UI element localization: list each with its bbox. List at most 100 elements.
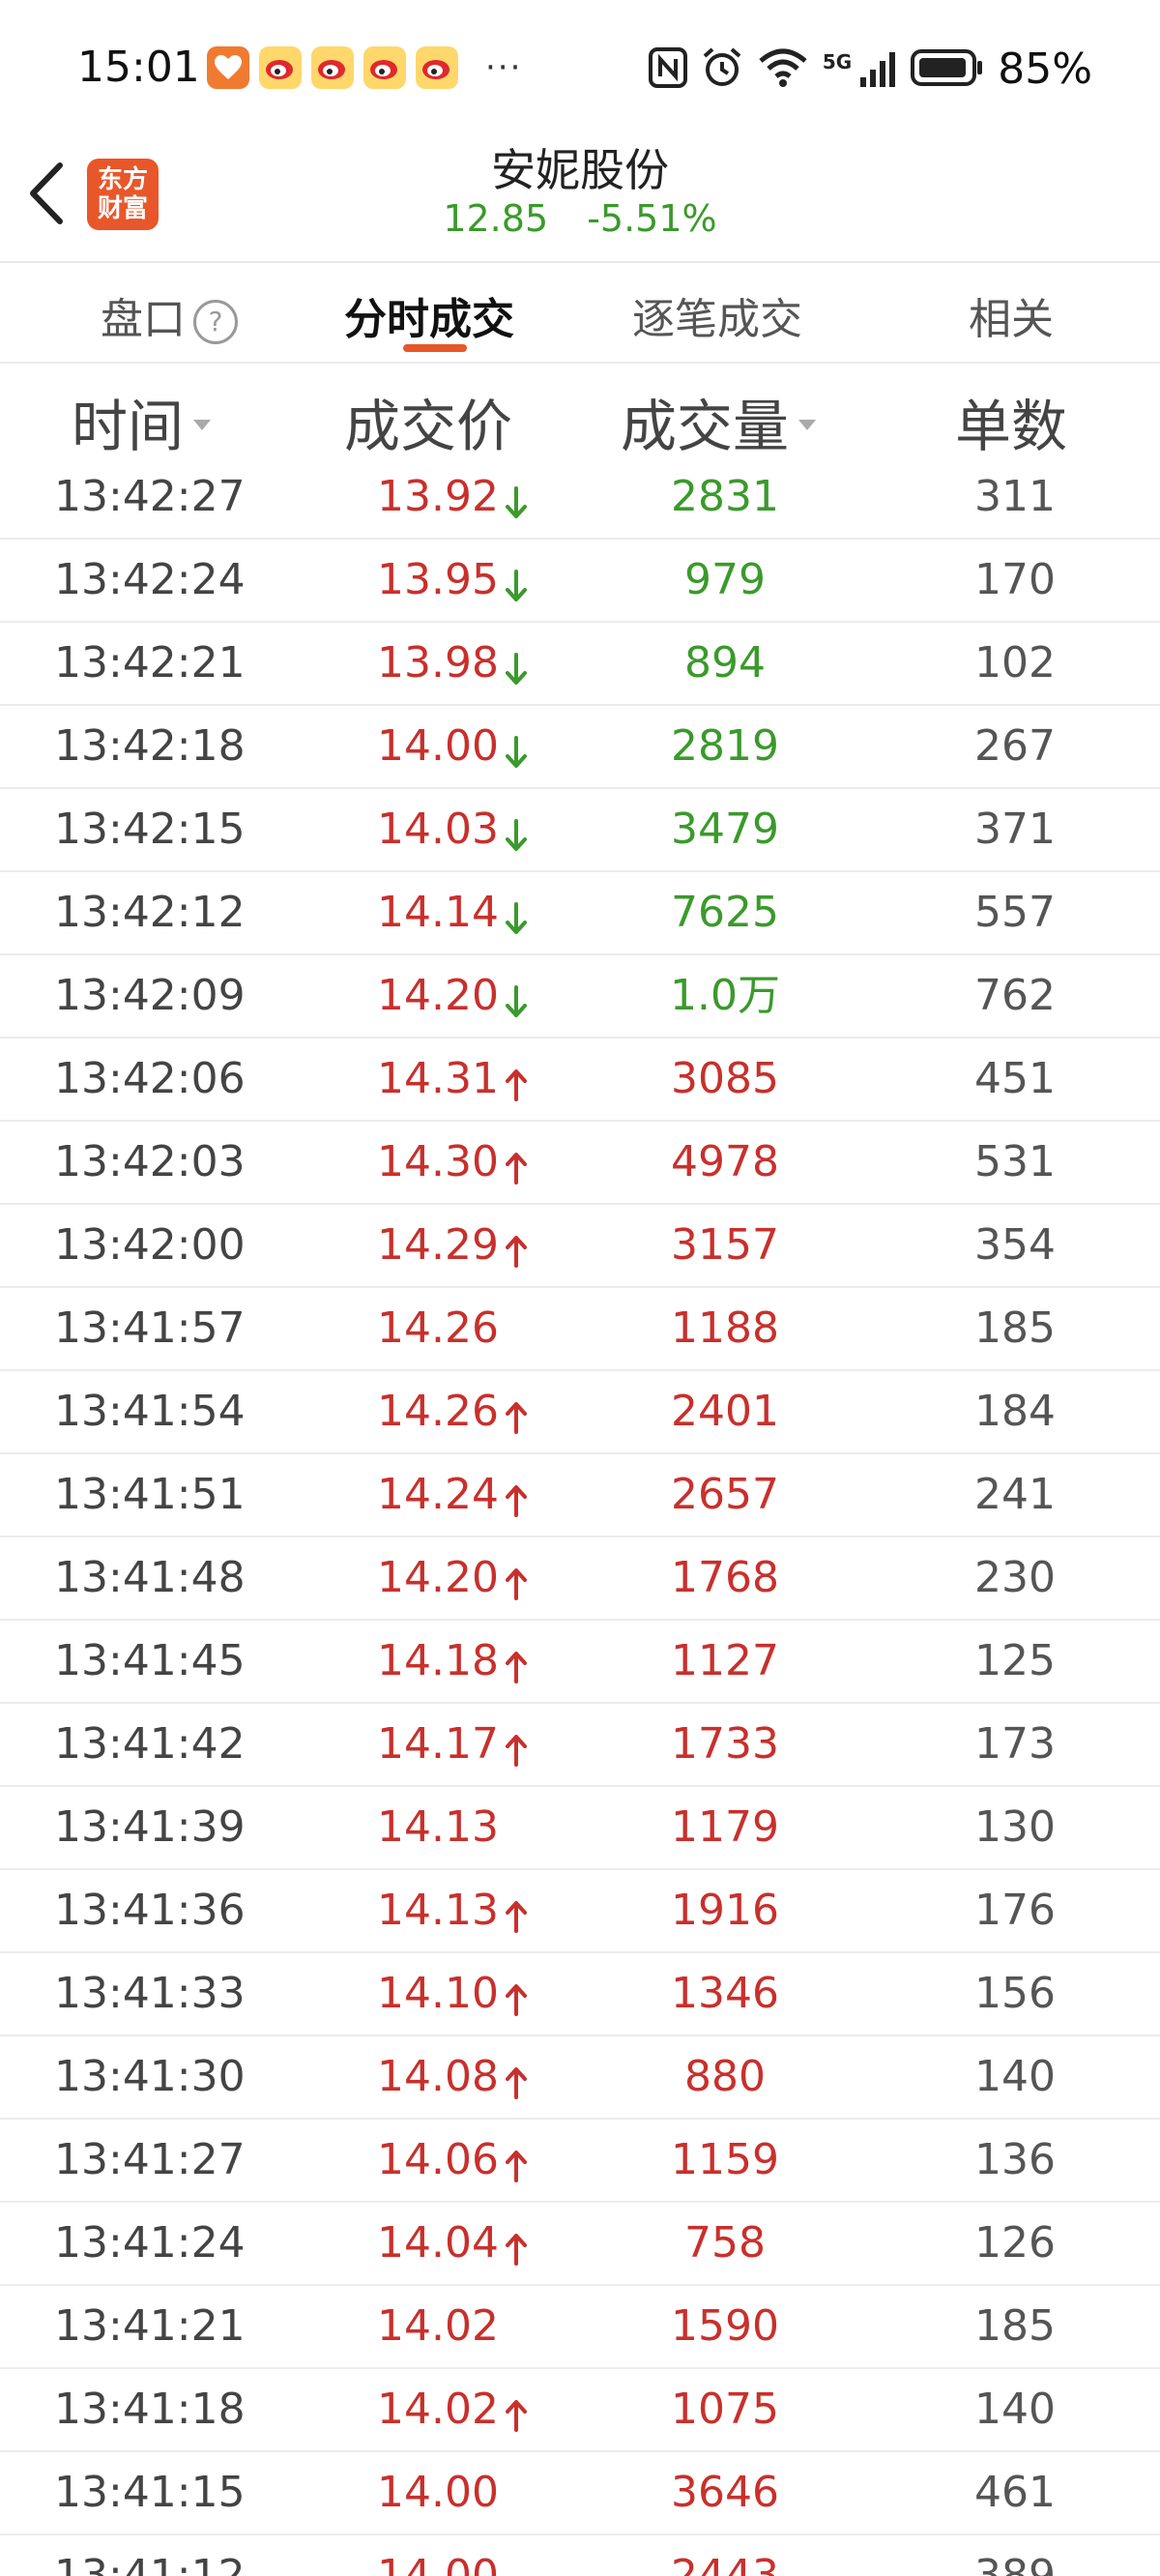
table-row[interactable]: 13:41:51 14.24 2657 241 xyxy=(0,1454,1160,1537)
trade-price-cell: 14.24 xyxy=(377,1470,528,1520)
arrow-up-icon xyxy=(505,2061,528,2099)
table-row[interactable]: 13:42:03 14.30 4978 531 xyxy=(0,1122,1160,1205)
trade-price-cell: 14.10 xyxy=(377,1969,528,2019)
trade-price: 14.00 xyxy=(377,2468,499,2517)
trade-count: 130 xyxy=(974,1802,1056,1852)
tab-bar: 盘口? 分时成交 逐笔成交 相关 xyxy=(0,263,1160,360)
help-icon[interactable]: ? xyxy=(193,300,238,344)
heart-app-icon xyxy=(207,46,249,89)
tab-label: 分时成交 xyxy=(344,295,514,344)
trade-volume: 2401 xyxy=(671,1387,779,1436)
trade-volume: 2831 xyxy=(671,472,779,521)
column-header-label: 成交量 xyxy=(621,394,790,459)
table-row[interactable]: 13:41:48 14.20 1768 230 xyxy=(0,1537,1160,1621)
trade-volume: 1346 xyxy=(671,1969,779,2018)
more-notifications-icon: ··· xyxy=(485,48,523,87)
table-row[interactable]: 13:42:27 13.92 2831 311 xyxy=(0,456,1160,540)
table-row[interactable]: 13:41:30 14.08 880 140 xyxy=(0,2036,1160,2120)
trade-count: 531 xyxy=(974,1137,1056,1186)
table-row[interactable]: 13:42:12 14.14 7625 557 xyxy=(0,872,1160,955)
tab-pankou[interactable]: 盘口? xyxy=(101,284,238,346)
arrow-up-icon xyxy=(505,1146,528,1185)
trade-time: 13:41:12 xyxy=(54,2551,246,2576)
trade-count: 461 xyxy=(974,2468,1056,2517)
trade-price: 14.08 xyxy=(377,2052,499,2101)
table-row[interactable]: 13:41:54 14.26 2401 184 xyxy=(0,1371,1160,1454)
table-row[interactable]: 13:41:18 14.02 1075 140 xyxy=(0,2369,1160,2452)
trade-time: 13:41:39 xyxy=(54,1802,246,1852)
sort-caret-icon xyxy=(798,419,817,430)
trade-price: 14.30 xyxy=(377,1137,499,1186)
trade-price: 14.18 xyxy=(377,1636,499,1685)
trade-time: 13:42:21 xyxy=(54,638,246,688)
trade-volume: 1590 xyxy=(671,2301,779,2351)
table-row[interactable]: 13:41:27 14.06 1159 136 xyxy=(0,2120,1160,2203)
table-row[interactable]: 13:42:21 13.98 894 102 xyxy=(0,623,1160,706)
table-row[interactable]: 13:42:18 14.00 2819 267 xyxy=(0,706,1160,789)
trade-time: 13:42:00 xyxy=(54,1220,246,1270)
table-row[interactable]: 13:41:36 14.13 1916 176 xyxy=(0,1870,1160,1953)
table-row[interactable]: 13:41:39 14.13 1179 130 xyxy=(0,1787,1160,1870)
trade-volume: 1127 xyxy=(671,1636,779,1685)
trade-price: 14.03 xyxy=(377,805,499,854)
trade-volume: 4978 xyxy=(671,1137,779,1186)
trade-time: 13:41:30 xyxy=(54,2052,246,2101)
arrow-up-icon xyxy=(505,2393,528,2432)
table-row[interactable]: 13:41:15 14.00 3646 461 xyxy=(0,2452,1160,2535)
trade-price-cell: 13.98 xyxy=(377,638,528,688)
trade-count: 185 xyxy=(974,1303,1056,1353)
trade-price-cell: 14.26 xyxy=(377,1303,499,1354)
trade-volume: 894 xyxy=(684,638,766,688)
arrow-up-icon xyxy=(505,1229,528,1268)
trade-list[interactable]: 13:42:27 13.92 2831 311 13:42:24 13.95 979 170 1… xyxy=(0,456,1160,2576)
trade-time: 13:41:36 xyxy=(54,1886,246,1935)
trade-volume: 3479 xyxy=(671,805,779,854)
trade-price: 13.98 xyxy=(377,638,499,688)
table-row[interactable]: 13:42:15 14.03 3479 371 xyxy=(0,789,1160,872)
arrow-down-icon xyxy=(505,730,528,768)
table-row[interactable]: 13:42:09 14.20 1.0万 762 xyxy=(0,955,1160,1039)
trade-volume: 1733 xyxy=(671,1719,779,1769)
arrow-up-icon xyxy=(505,1728,528,1767)
tab-label: 逐笔成交 xyxy=(632,295,802,344)
trade-price-cell: 14.02 xyxy=(377,2385,528,2435)
trade-price-cell: 14.00 xyxy=(377,2468,499,2518)
trade-time: 13:42:15 xyxy=(54,805,246,854)
column-header-count: 单数 xyxy=(955,381,1067,462)
trade-volume: 1916 xyxy=(671,1886,779,1935)
trade-time: 13:42:06 xyxy=(54,1054,246,1103)
table-row[interactable]: 13:41:45 14.18 1127 125 xyxy=(0,1621,1160,1704)
tab-tick-trades[interactable]: 逐笔成交 xyxy=(632,284,802,346)
table-row[interactable]: 13:41:21 14.02 1590 185 xyxy=(0,2286,1160,2369)
tab-related[interactable]: 相关 xyxy=(969,284,1054,346)
trade-count: 140 xyxy=(974,2385,1056,2434)
column-header-volume[interactable]: 成交量 xyxy=(621,381,817,462)
column-header-label: 时间 xyxy=(72,394,185,459)
trade-price: 14.26 xyxy=(377,1387,499,1436)
trade-time: 13:41:21 xyxy=(54,2301,246,2351)
weibo-app-icon xyxy=(363,46,406,89)
trade-count: 267 xyxy=(974,721,1056,771)
arrow-down-icon xyxy=(505,980,528,1017)
table-row[interactable]: 13:42:00 14.29 3157 354 xyxy=(0,1205,1160,1288)
trade-price: 13.92 xyxy=(377,472,499,521)
trade-time: 13:41:42 xyxy=(54,1719,246,1769)
trade-time: 13:41:18 xyxy=(54,2385,246,2434)
trade-price-cell: 14.30 xyxy=(377,1137,528,1187)
table-row[interactable]: 13:42:06 14.31 3085 451 xyxy=(0,1039,1160,1122)
table-row[interactable]: 13:41:57 14.26 1188 185 xyxy=(0,1288,1160,1371)
column-header-time[interactable]: 时间 xyxy=(72,381,212,462)
table-row[interactable]: 13:42:24 13.95 979 170 xyxy=(0,540,1160,623)
trade-price-cell: 14.00 xyxy=(377,721,528,772)
table-row[interactable]: 13:41:24 14.04 758 126 xyxy=(0,2203,1160,2286)
table-row[interactable]: 13:41:33 14.10 1346 156 xyxy=(0,1953,1160,2036)
trade-price-cell: 14.13 xyxy=(377,1802,499,1853)
trade-time: 13:41:45 xyxy=(54,1636,246,1685)
tab-intraday-trades[interactable]: 分时成交 xyxy=(344,284,514,346)
trade-price: 14.20 xyxy=(377,971,499,1020)
table-row[interactable]: 13:41:42 14.17 1733 173 xyxy=(0,1704,1160,1787)
trade-volume: 3085 xyxy=(671,1054,779,1103)
trade-count: 389 xyxy=(974,2551,1056,2576)
table-row[interactable]: 13:41:12 14.00 2443 389 xyxy=(0,2535,1160,2576)
trade-price: 14.00 xyxy=(377,721,499,771)
